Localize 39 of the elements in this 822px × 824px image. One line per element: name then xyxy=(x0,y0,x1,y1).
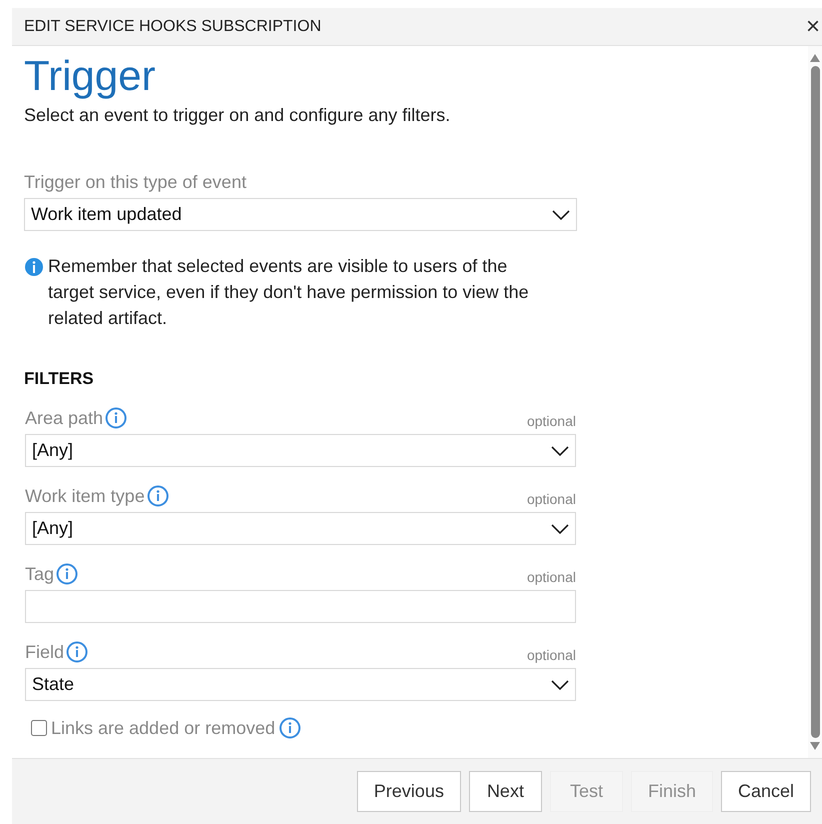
footer-button[interactable]: Next xyxy=(468,771,542,812)
chevron-down-icon xyxy=(551,524,569,534)
field-label: Trigger on this type of event xyxy=(24,172,246,192)
checkbox[interactable] xyxy=(31,720,47,736)
filters-heading: FILTERS xyxy=(24,369,95,389)
dialog-title: EDIT SERVICE HOOKS SUBSCRIPTION xyxy=(24,18,322,36)
field-label: Tag xyxy=(25,564,54,584)
optional-hint: optional xyxy=(526,647,576,663)
scroll-thumb[interactable] xyxy=(810,66,820,738)
scroll-down-icon[interactable] xyxy=(810,742,820,750)
input-field[interactable] xyxy=(25,590,576,623)
optional-hint: optional xyxy=(526,569,576,585)
footer-button[interactable]: Cancel xyxy=(720,771,811,812)
chevron-down-icon xyxy=(552,210,570,220)
footer-button[interactable]: Previous xyxy=(356,771,461,812)
checkbox-label: Links are added or removed xyxy=(51,718,276,738)
optional-hint: optional xyxy=(526,413,576,429)
event-select[interactable]: Work item updated xyxy=(24,198,577,231)
info-icon xyxy=(24,257,44,277)
chevron-down-icon xyxy=(551,680,569,690)
field-label: Field xyxy=(25,642,64,662)
page-subtitle: Select an event to trigger on and configure any filters. xyxy=(24,104,452,127)
close-button[interactable]: × xyxy=(806,14,820,38)
field-label: Work item type xyxy=(25,486,145,506)
field-label: Area path xyxy=(25,408,104,428)
info-icon[interactable] xyxy=(56,563,78,585)
info-icon[interactable] xyxy=(105,407,128,429)
scroll-up-icon[interactable] xyxy=(810,54,820,62)
optional-hint: optional xyxy=(526,491,576,507)
scrollbar[interactable] xyxy=(808,46,822,758)
filter-select[interactable]: State xyxy=(25,668,576,701)
info-icon[interactable] xyxy=(146,485,169,507)
filter-select[interactable]: [Any] xyxy=(25,512,576,545)
info-icon[interactable] xyxy=(279,717,302,739)
notice-text: Remember that selected events are visible to users of the target service, even if they don't have permission to view the related artifact. xyxy=(48,255,530,330)
chevron-down-icon xyxy=(551,446,569,456)
info-icon[interactable] xyxy=(66,641,88,663)
page-heading: Trigger xyxy=(24,51,156,101)
filter-select[interactable]: [Any] xyxy=(25,434,576,467)
